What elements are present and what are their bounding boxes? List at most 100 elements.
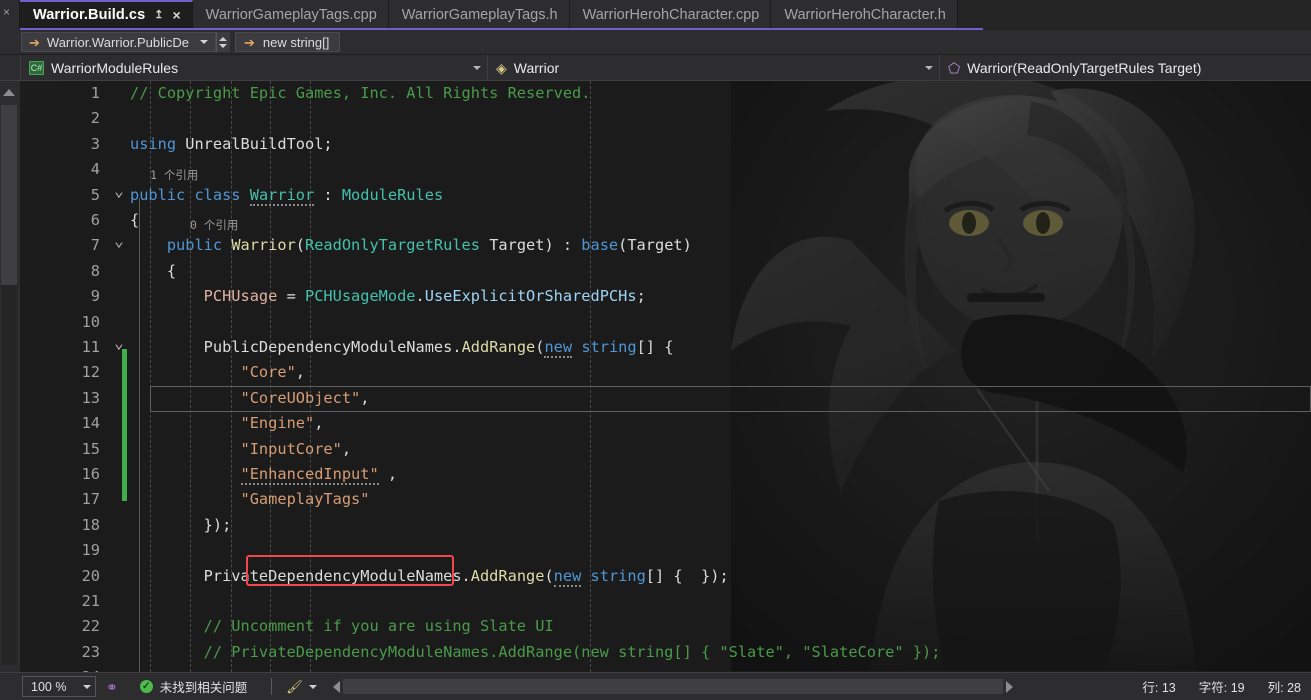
code-text[interactable]: // Copyright Epic Games, Inc. All Rights…	[130, 81, 1311, 106]
scope-dropdown[interactable]: ➔ Warrior.Warrior.PublicDe	[21, 32, 216, 52]
scrollbar-thumb[interactable]	[1, 105, 17, 285]
editor-horizontal-scrollbar[interactable]	[332, 679, 1013, 695]
code-line[interactable]: 1// Copyright Epic Games, Inc. All Right…	[0, 81, 1311, 106]
navbar-project-dropdown[interactable]: C# WarriorModuleRules	[20, 55, 487, 80]
scroll-up-icon[interactable]	[3, 89, 15, 96]
code-line[interactable]: 3 using UnrealBuildTool;	[0, 132, 1311, 157]
code-token: // Uncomment if you are using Slate UI	[130, 617, 554, 636]
code-token: PCHUsage	[130, 287, 278, 306]
code-line[interactable]: 14 "Engine",	[0, 411, 1311, 436]
code-line[interactable]: 22 // Uncomment if you are using Slate U…	[0, 614, 1311, 639]
line-indicator: 行: 13	[1142, 677, 1175, 696]
code-editor[interactable]: ↑ 1// Copyright Epic Games, Inc. All Rig…	[0, 81, 1311, 672]
tab-bar-empty-space	[957, 0, 1311, 30]
code-text[interactable]: public Warrior(ReadOnlyTargetRules Targe…	[130, 233, 1311, 258]
codelens-reference-count[interactable]: 1 个引用	[150, 167, 198, 183]
code-line[interactable]: 24	[0, 665, 1311, 672]
code-text[interactable]: public class Warrior : ModuleRules	[130, 183, 1311, 208]
editor-tab[interactable]: WarriorHerohCharacter.cpp	[569, 0, 772, 30]
chevron-down-icon[interactable]	[925, 65, 933, 70]
chevron-down-icon[interactable]: ⌄	[114, 330, 124, 355]
code-token: .	[415, 287, 425, 306]
code-token: {	[130, 261, 177, 280]
editor-tab[interactable]: WarriorHerohCharacter.h	[771, 0, 958, 30]
editor-tab[interactable]: WarriorGameplayTags.h	[388, 0, 570, 30]
context-dropdown[interactable]: ➔ new string[]	[234, 32, 341, 52]
navbar-type-dropdown[interactable]: ◈ Warrior	[487, 55, 939, 80]
code-line[interactable]: 19	[0, 538, 1311, 563]
code-token: .	[452, 338, 462, 356]
code-text[interactable]: {	[130, 259, 1311, 284]
code-line[interactable]: 9 PCHUsage = PCHUsageMode.UseExplicitOrS…	[0, 284, 1311, 309]
code-line[interactable]: 21	[0, 589, 1311, 614]
chevron-down-icon[interactable]: ⌄	[114, 228, 124, 253]
code-text[interactable]: });	[130, 513, 1311, 538]
scroll-left-icon[interactable]	[332, 680, 340, 693]
code-text[interactable]: PrivateDependencyModuleNames.AddRange(ne…	[130, 564, 1311, 589]
code-line[interactable]: 8 {	[0, 259, 1311, 284]
chevron-down-icon[interactable]	[473, 65, 481, 70]
chevron-down-icon[interactable]	[83, 684, 91, 689]
context-dropdown-label: new string[]	[262, 34, 330, 50]
codelens-reference-count[interactable]: 0 个引用	[190, 217, 238, 233]
code-token: Warrior	[249, 185, 315, 206]
code-token: Target) :	[479, 236, 582, 255]
code-line[interactable]: 18 });	[0, 513, 1311, 538]
intellicode-icon[interactable]: ⚭	[106, 680, 118, 694]
code-token: "CoreUObject"	[240, 388, 361, 407]
editor-tab-label: Warrior.Build.cs	[33, 7, 146, 23]
code-line[interactable]: 16 "EnhancedInput" ,	[0, 462, 1311, 487]
code-text[interactable]: PCHUsage = PCHUsageMode.UseExplicitOrSha…	[130, 284, 1311, 309]
fold-toggle[interactable]: ⌄	[108, 231, 130, 259]
hscrollbar-track[interactable]	[342, 679, 1003, 694]
arrow-right-icon: ➔	[29, 34, 40, 50]
code-token: ModuleRules	[341, 185, 444, 204]
col-indicator: 列: 28	[1268, 677, 1301, 696]
chevron-down-icon[interactable]	[308, 684, 317, 689]
navbar-member-dropdown[interactable]: ⬠ Warrior(ReadOnlyTargetRules Target)	[939, 55, 1311, 80]
code-line[interactable]: 12 "Core",	[0, 360, 1311, 385]
code-text[interactable]: {	[130, 208, 1311, 233]
tab-overflow-close-icon[interactable]	[0, 0, 20, 30]
editor-vertical-scrollbar[interactable]	[0, 81, 20, 672]
code-text[interactable]: "Engine",	[130, 411, 1311, 436]
code-line[interactable]: 20 PrivateDependencyModuleNames.AddRange…	[0, 564, 1311, 589]
editor-tab[interactable]: Warrior.Build.cs ↥ ×	[20, 0, 193, 30]
editor-tab-label: WarriorGameplayTags.h	[401, 7, 558, 23]
brush-icon[interactable]: 🖌	[286, 680, 303, 693]
code-text[interactable]: "EnhancedInput" ,	[130, 462, 1311, 487]
code-line[interactable]: 13 "CoreUObject",	[0, 386, 1311, 411]
code-text[interactable]: "CoreUObject",	[130, 386, 1311, 411]
code-line[interactable]: 15 "InputCore",	[0, 437, 1311, 462]
code-token: "Core"	[240, 363, 296, 382]
code-line[interactable]: 5 ⌄ public class Warrior : ModuleRules	[0, 181, 1311, 209]
csharp-file-icon: C#	[29, 60, 44, 75]
code-line[interactable]: 10	[0, 310, 1311, 335]
code-line[interactable]: 17 "GameplayTags"	[0, 487, 1311, 512]
code-token: ,	[341, 439, 352, 458]
code-text[interactable]: "InputCore",	[130, 437, 1311, 462]
code-text[interactable]: using UnrealBuildTool;	[130, 132, 1311, 157]
code-text[interactable]: // Uncomment if you are using Slate UI	[130, 614, 1311, 639]
code-token: ,	[314, 414, 324, 433]
navbar-project-label: WarriorModuleRules	[51, 59, 179, 76]
spinner-updown-icon[interactable]	[215, 32, 230, 52]
close-icon[interactable]: ×	[172, 8, 180, 22]
code-text[interactable]: // PrivateDependencyModuleNames.AddRange…	[130, 640, 1311, 665]
pin-icon[interactable]: ↥	[154, 9, 163, 21]
code-line[interactable]: 11 ⌄ PublicDependencyModuleNames.AddRange…	[0, 333, 1311, 361]
fold-toggle[interactable]: ⌄	[108, 333, 130, 361]
code-line[interactable]: 7 ⌄ public Warrior(ReadOnlyTargetRules Ta…	[0, 231, 1311, 259]
code-text[interactable]: "Core",	[130, 360, 1311, 385]
code-line[interactable]: 23 // PrivateDependencyModuleNames.AddRa…	[0, 640, 1311, 665]
chevron-down-icon[interactable]	[199, 40, 208, 44]
code-text[interactable]: "GameplayTags"	[130, 487, 1311, 512]
status-message[interactable]: ✓ 未找到相关问题	[139, 677, 247, 696]
zoom-level-dropdown[interactable]: 100 %	[22, 676, 96, 697]
fold-toggle[interactable]: ⌄	[108, 181, 130, 209]
chevron-down-icon[interactable]: ⌄	[114, 178, 124, 203]
code-line[interactable]: 2	[0, 106, 1311, 131]
scroll-right-icon[interactable]	[1005, 680, 1013, 693]
code-text[interactable]: PublicDependencyModuleNames.AddRange(new…	[130, 335, 1311, 360]
editor-tab[interactable]: WarriorGameplayTags.cpp	[192, 0, 389, 30]
